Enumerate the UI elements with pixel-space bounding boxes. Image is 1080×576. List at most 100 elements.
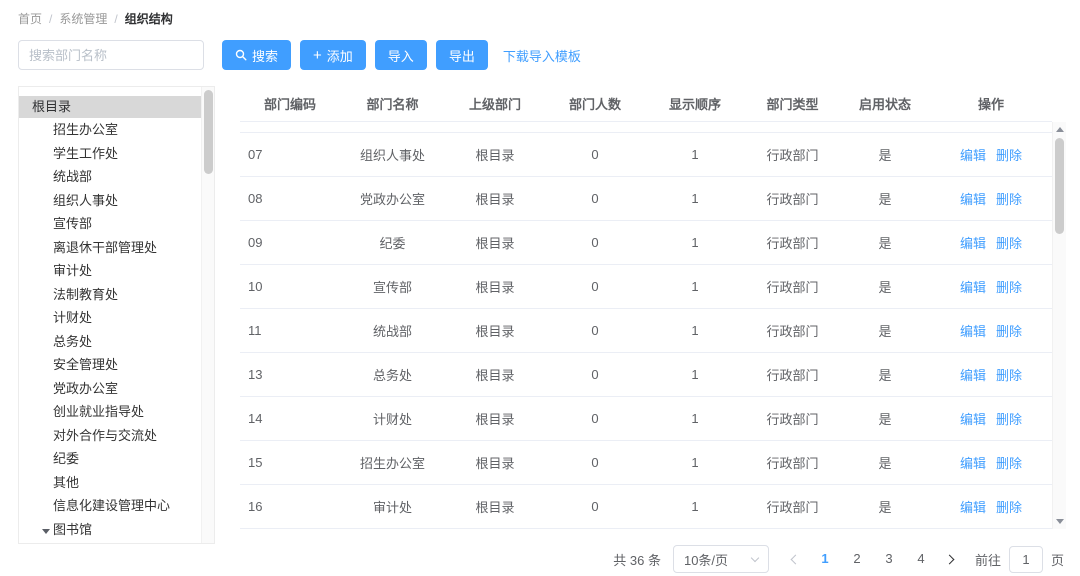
cell-dept-name: 总务处 <box>340 365 445 384</box>
tree-item[interactable]: 安全管理处 <box>19 353 214 377</box>
table-row: 10 宣传部 根目录 0 1 行政部门 是 编辑 删除 <box>240 265 1052 309</box>
chevron-left-icon <box>791 554 801 564</box>
breadcrumb-current-page: 组织结构 <box>125 10 173 27</box>
cell-dept-type: 行政部门 <box>745 233 840 252</box>
page-number[interactable]: 3 <box>875 545 903 573</box>
cell-dept-count: 0 <box>545 367 645 382</box>
cell-dept-count: 0 <box>545 323 645 338</box>
table-row-partial <box>240 122 1052 133</box>
cell-actions: 编辑 删除 <box>930 233 1052 252</box>
table-row: 08 党政办公室 根目录 0 1 行政部门 是 编辑 删除 <box>240 177 1052 221</box>
table-scrollbar-thumb[interactable] <box>1055 138 1064 234</box>
cell-dept-count: 0 <box>545 455 645 470</box>
table-row: 15 招生办公室 根目录 0 1 行政部门 是 编辑 删除 <box>240 441 1052 485</box>
tree-item[interactable]: 法制教育处 <box>19 283 214 307</box>
cell-parent-dept: 根目录 <box>445 409 545 428</box>
tree-expand-caret-icon[interactable] <box>42 529 50 534</box>
cell-display-order: 1 <box>645 499 745 514</box>
breadcrumb-home[interactable]: 首页 <box>18 10 42 27</box>
delete-link[interactable]: 删除 <box>996 277 1022 296</box>
header-dept-type: 部门类型 <box>745 94 840 113</box>
breadcrumb: 首页 / 系统管理 / 组织结构 <box>18 10 173 27</box>
table-row: 13 总务处 根目录 0 1 行政部门 是 编辑 删除 <box>240 353 1052 397</box>
cell-display-order: 1 <box>645 279 745 294</box>
tree-item[interactable]: 信息化建设管理中心 <box>19 494 214 518</box>
prev-page-button[interactable] <box>783 545 809 573</box>
cell-dept-name: 组织人事处 <box>340 145 445 164</box>
header-parent-dept: 上级部门 <box>445 94 545 113</box>
header-dept-code: 部门编码 <box>240 94 340 113</box>
export-button[interactable]: 导出 <box>436 40 488 70</box>
goto-page-input[interactable] <box>1009 546 1043 573</box>
cell-dept-type: 行政部门 <box>745 453 840 472</box>
plus-icon: + <box>313 48 322 63</box>
delete-link[interactable]: 删除 <box>996 409 1022 428</box>
tree-item[interactable]: 纪委 <box>19 447 214 471</box>
cell-enabled-status: 是 <box>840 145 930 164</box>
tree-item[interactable]: 审计处 <box>19 259 214 283</box>
cell-display-order: 1 <box>645 367 745 382</box>
cell-dept-name: 审计处 <box>340 497 445 516</box>
edit-link[interactable]: 编辑 <box>960 277 986 296</box>
scroll-up-arrow-icon[interactable] <box>1056 127 1064 132</box>
page-number[interactable]: 2 <box>843 545 871 573</box>
cell-dept-name: 纪委 <box>340 233 445 252</box>
tree-item[interactable]: 离退休干部管理处 <box>19 236 214 260</box>
tree-item[interactable]: 招生办公室 <box>19 118 214 142</box>
edit-link[interactable]: 编辑 <box>960 233 986 252</box>
cell-enabled-status: 是 <box>840 497 930 516</box>
tree-item[interactable]: 宣传部 <box>19 212 214 236</box>
table-row: 11 统战部 根目录 0 1 行政部门 是 编辑 删除 <box>240 309 1052 353</box>
edit-link[interactable]: 编辑 <box>960 189 986 208</box>
cell-dept-code: 08 <box>240 191 340 206</box>
page-size-select[interactable]: 10条/页 <box>673 545 769 573</box>
tree-item[interactable]: 党政办公室 <box>19 377 214 401</box>
tree-item[interactable]: 对外合作与交流处 <box>19 424 214 448</box>
delete-link[interactable]: 删除 <box>996 365 1022 384</box>
tree-item[interactable]: 统战部 <box>19 165 214 189</box>
delete-link[interactable]: 删除 <box>996 497 1022 516</box>
delete-link[interactable]: 删除 <box>996 233 1022 252</box>
edit-link[interactable]: 编辑 <box>960 365 986 384</box>
tree-node-root[interactable]: 根目录 <box>19 96 201 118</box>
cell-actions: 编辑 删除 <box>930 453 1052 472</box>
table-row: 09 纪委 根目录 0 1 行政部门 是 编辑 删除 <box>240 221 1052 265</box>
edit-link[interactable]: 编辑 <box>960 497 986 516</box>
page-number[interactable]: 4 <box>907 545 935 573</box>
tree-item[interactable]: 总务处 <box>19 330 214 354</box>
delete-link[interactable]: 删除 <box>996 145 1022 164</box>
scroll-down-arrow-icon[interactable] <box>1056 519 1064 524</box>
download-template-link[interactable]: 下载导入模板 <box>503 46 581 65</box>
cell-enabled-status: 是 <box>840 189 930 208</box>
add-button[interactable]: + 添加 <box>300 40 366 70</box>
delete-link[interactable]: 删除 <box>996 321 1022 340</box>
cell-dept-name: 统战部 <box>340 321 445 340</box>
cell-parent-dept: 根目录 <box>445 365 545 384</box>
tree-scrollbar-thumb[interactable] <box>204 90 213 174</box>
tree-item[interactable]: 学生工作处 <box>19 142 214 166</box>
cell-dept-name: 计财处 <box>340 409 445 428</box>
edit-link[interactable]: 编辑 <box>960 145 986 164</box>
cell-dept-type: 行政部门 <box>745 145 840 164</box>
tree-item[interactable]: 其他 <box>19 471 214 495</box>
delete-link[interactable]: 删除 <box>996 453 1022 472</box>
cell-dept-code: 16 <box>240 499 340 514</box>
edit-link[interactable]: 编辑 <box>960 453 986 472</box>
page-number[interactable]: 1 <box>811 545 839 573</box>
pagination-bar: 共 36 条 10条/页 1 2 3 4 前往 页 <box>613 545 1064 573</box>
search-button[interactable]: 搜索 <box>222 40 291 70</box>
edit-link[interactable]: 编辑 <box>960 321 986 340</box>
edit-link[interactable]: 编辑 <box>960 409 986 428</box>
search-department-input[interactable] <box>18 40 204 70</box>
breadcrumb-system-management[interactable]: 系统管理 <box>59 10 107 27</box>
import-button[interactable]: 导入 <box>375 40 427 70</box>
header-dept-name: 部门名称 <box>340 94 445 113</box>
next-page-button[interactable] <box>937 545 963 573</box>
delete-link[interactable]: 删除 <box>996 189 1022 208</box>
tree-item[interactable]: 计财处 <box>19 306 214 330</box>
tree-item[interactable]: 组织人事处 <box>19 189 214 213</box>
cell-parent-dept: 根目录 <box>445 321 545 340</box>
tree-item[interactable]: 创业就业指导处 <box>19 400 214 424</box>
cell-actions: 编辑 删除 <box>930 497 1052 516</box>
cell-parent-dept: 根目录 <box>445 145 545 164</box>
